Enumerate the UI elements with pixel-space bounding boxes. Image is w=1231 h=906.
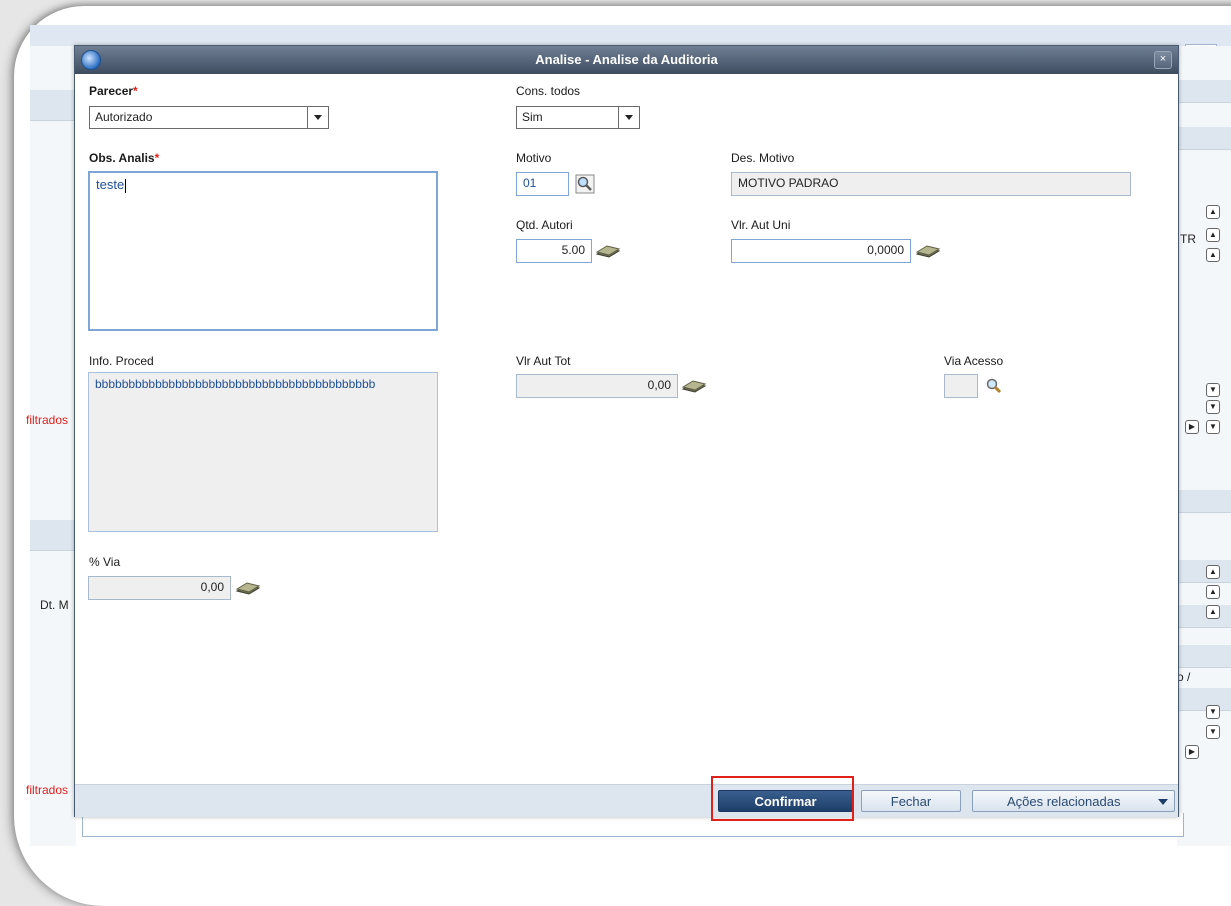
background-tr-text: TR	[1180, 232, 1196, 246]
scroll-down-icon[interactable]: ▼	[1206, 705, 1220, 719]
background-right-header	[1177, 80, 1231, 103]
via-acesso-input[interactable]	[944, 374, 978, 398]
calculator-icon[interactable]	[595, 245, 621, 259]
calculator-icon[interactable]	[681, 380, 707, 394]
parecer-label: Parecer*	[89, 84, 138, 98]
background-left-panel	[30, 46, 76, 846]
dialog-footer: Confirmar Fechar Ações relacionadas	[75, 784, 1178, 817]
calculator-icon[interactable]	[915, 245, 941, 259]
background-right-row	[1177, 127, 1231, 150]
background-filtrados-text: filtrados	[26, 413, 69, 427]
motivo-input[interactable]: 01	[516, 172, 569, 196]
vlr-aut-tot-input: 0,00	[516, 374, 678, 398]
info-proced-label: Info. Proced	[89, 354, 154, 368]
qtd-autori-label: Qtd. Autori	[516, 218, 573, 232]
background-right-row-2	[1177, 490, 1231, 513]
vlr-aut-uni-label: Vlr. Aut Uni	[731, 218, 791, 232]
chevron-down-icon[interactable]	[618, 107, 639, 128]
related-actions-button[interactable]: Ações relacionadas	[972, 790, 1175, 812]
cons-todos-select[interactable]: Sim	[516, 106, 640, 129]
scroll-up-icon[interactable]: ▲	[1206, 228, 1220, 242]
text-caret	[125, 178, 127, 193]
close-icon[interactable]: ×	[1154, 51, 1172, 69]
background-filtrados-text-2: filtrados	[26, 783, 69, 797]
dialog-titlebar[interactable]: Analise - Analise da Auditoria ×	[75, 46, 1178, 74]
lookup-icon[interactable]	[575, 174, 595, 194]
motivo-label: Motivo	[516, 151, 552, 165]
obs-analis-textarea[interactable]: teste	[88, 171, 438, 331]
background-right-row-5	[1177, 645, 1231, 668]
background-column-header: Dt. M	[40, 598, 69, 612]
scroll-bottom-icon[interactable]: ▼	[1206, 420, 1220, 434]
scroll-up-icon[interactable]: ▲	[1206, 585, 1220, 599]
related-actions-label: Ações relacionadas	[1007, 794, 1121, 809]
scroll-top-icon[interactable]: ▲	[1206, 565, 1220, 579]
scroll-down-icon[interactable]: ▼	[1206, 400, 1220, 414]
scroll-down-icon[interactable]: ▼	[1206, 725, 1220, 739]
via-acesso-label: Via Acesso	[944, 354, 1004, 368]
scroll-up-icon[interactable]: ▲	[1206, 605, 1220, 619]
scroll-right-icon[interactable]: ▶	[1185, 420, 1199, 434]
background-o-text: o /	[1177, 670, 1191, 684]
background-right-row-3	[1177, 560, 1231, 583]
close-button[interactable]: Fechar	[861, 790, 961, 812]
calculator-icon[interactable]	[235, 582, 261, 596]
scroll-up-icon[interactable]: ▲	[1206, 248, 1220, 262]
vlr-aut-tot-label: Vlr Aut Tot	[516, 354, 571, 368]
dialog-title: Analise - Analise da Auditoria	[535, 52, 718, 67]
background-right-panel	[1177, 46, 1231, 846]
background-toolbar	[30, 25, 1231, 47]
obs-analis-label: Obs. Analis*	[89, 151, 160, 165]
background-right-row-6	[1177, 688, 1231, 711]
scroll-right-icon[interactable]: ▶	[1185, 745, 1199, 759]
parecer-value: Autorizado	[95, 110, 153, 124]
pct-via-label: % Via	[89, 555, 121, 569]
scroll-top-icon[interactable]: ▲	[1206, 205, 1220, 219]
vlr-aut-uni-input[interactable]: 0,0000	[731, 239, 911, 263]
search-icon[interactable]	[984, 376, 1004, 396]
background-right-row-4	[1177, 605, 1231, 628]
chevron-down-icon	[1158, 799, 1168, 805]
des-motivo-label: Des. Motivo	[731, 151, 795, 165]
pct-via-input[interactable]: 0,00	[88, 576, 231, 600]
scroll-down-icon[interactable]: ▼	[1206, 383, 1220, 397]
audit-analysis-dialog: Analise - Analise da Auditoria × Parecer…	[74, 45, 1179, 817]
parecer-select[interactable]: Autorizado	[89, 106, 329, 129]
obs-analis-value: teste	[96, 177, 125, 192]
background-left-header-2	[30, 520, 76, 551]
confirm-highlight-box	[711, 776, 854, 821]
cons-todos-value: Sim	[522, 110, 543, 124]
info-proced-textarea: bbbbbbbbbbbbbbbbbbbbbbbbbbbbbbbbbbbbbbbb…	[88, 372, 438, 532]
des-motivo-input: MOTIVO PADRAO	[731, 172, 1131, 196]
background-left-header	[30, 90, 76, 121]
cons-todos-label: Cons. todos	[516, 84, 581, 98]
chevron-down-icon[interactable]	[307, 107, 328, 128]
qtd-autori-input[interactable]: 5.00	[516, 239, 592, 263]
